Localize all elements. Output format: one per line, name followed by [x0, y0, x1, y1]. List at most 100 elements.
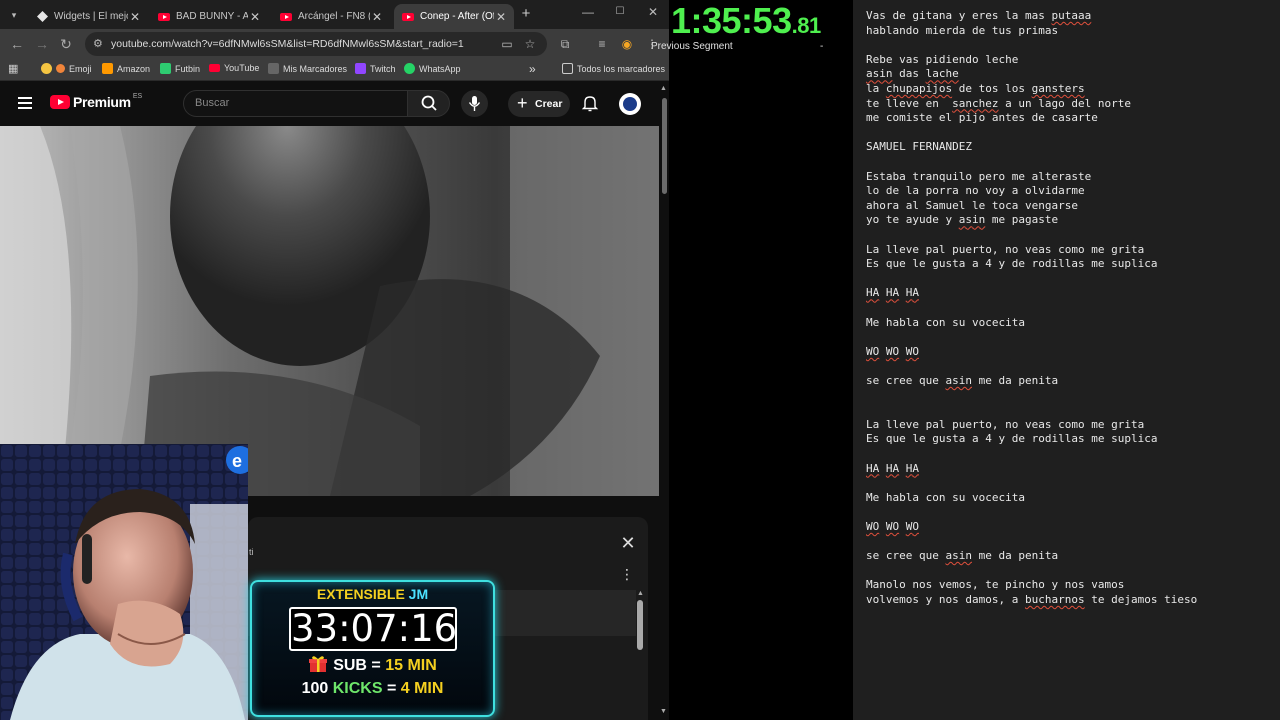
speedrun-timer: 1:35:53.81 Previous Segment -	[651, 0, 854, 60]
voice-search-button[interactable]	[461, 90, 488, 117]
bookmark-whatsapp[interactable]: WhatsApp	[404, 63, 461, 74]
search-input[interactable]: Buscar	[183, 90, 408, 117]
lyric-line: yo te ayude y asin me pagaste	[866, 213, 1059, 227]
address-bar[interactable]: ⚙ youtube.com/watch?v=6dfNMwl6sSM&list=R…	[85, 32, 547, 56]
previous-segment-delta: -	[820, 41, 824, 52]
tab-close-icon[interactable]: ✕	[128, 10, 142, 24]
webcam-image: e	[0, 444, 248, 720]
account-avatar[interactable]	[619, 93, 641, 115]
scroll-down-arrow-icon[interactable]: ▼	[660, 708, 667, 715]
bookmark-youtube[interactable]: YouTube	[209, 63, 259, 73]
lyric-line: Me habla con su vocecita	[866, 490, 1025, 504]
subathon-title: EXTENSIBLE JM	[316, 586, 429, 602]
lyric-line: hablando mierda de tus primas	[866, 23, 1059, 37]
bookmark-star-icon[interactable]: ☆	[521, 35, 539, 53]
lyric-line: volvemos y nos damos, a bucharnos te dej…	[866, 593, 1198, 606]
bookmarks-bar: ▦ Emoji Amazon Futbin YouTube Mis Marcad…	[0, 59, 669, 81]
search-button[interactable]	[407, 90, 450, 117]
lyric-line: Vas de gitana y eres la mas putaaa	[866, 9, 1092, 22]
lyric-line: HA HA HA	[866, 286, 919, 300]
speedrun-time: 1:35:53.81	[671, 0, 821, 41]
back-arrow-icon[interactable]: ←	[8, 35, 26, 53]
bookmark-emoji[interactable]: Emoji	[41, 63, 92, 74]
tab-close-icon[interactable]: ✕	[248, 10, 262, 24]
emoji-icon	[41, 63, 52, 74]
tab-title: BAD BUNNY - AMO	[176, 11, 248, 22]
amazon-icon	[102, 63, 113, 74]
apps-grid-icon[interactable]: ▦	[8, 62, 18, 75]
twitch-icon	[355, 63, 366, 74]
panel-text-fragment: ti	[249, 547, 254, 557]
url-text: youtube.com/watch?v=6dfNMwl6sSM&list=RD6…	[111, 38, 464, 50]
bookmarks-overflow-button[interactable]: »	[529, 62, 536, 76]
tab-strip: ▾ Widgets | El mejor s ✕ BAD BUNNY - AMO…	[0, 0, 669, 29]
youtube-premium-logo[interactable]: Premium ES	[50, 92, 143, 110]
lyric-line: Es que le gusta a 4 y de rodillas me sup…	[866, 432, 1158, 446]
youtube-tab-icon	[158, 11, 170, 23]
microphone-icon	[468, 96, 481, 111]
bookmark-twitch[interactable]: Twitch	[355, 63, 396, 74]
lyric-line: SAMUEL FERNANDEZ	[866, 140, 972, 154]
youtube-tab-icon	[280, 11, 292, 23]
bookmark-amazon[interactable]: Amazon	[102, 63, 150, 74]
browser-toolbar: ← → ↻ ⚙ youtube.com/watch?v=6dfNMwl6sSM&…	[0, 29, 669, 59]
create-button[interactable]: Crear	[508, 90, 570, 117]
tab-widgets[interactable]: Widgets | El mejor s ✕	[28, 4, 148, 29]
lyric-line: asin das lache	[866, 67, 959, 81]
hamburger-menu-icon[interactable]	[18, 97, 32, 109]
tab-conep-active[interactable]: Conep - After (Offi ✕	[394, 4, 514, 29]
svg-text:e: e	[232, 451, 242, 471]
tab-arcangel[interactable]: Arcángel - FN8 ( Vi ✕	[272, 4, 390, 29]
tab-title: Widgets | El mejor s	[54, 11, 128, 22]
tab-close-icon[interactable]: ✕	[370, 10, 384, 24]
lyric-line: Es que le gusta a 4 y de rodillas me sup…	[866, 257, 1158, 271]
panel-kebab-icon[interactable]: ⋮	[620, 566, 634, 582]
panel-scroll-up-icon[interactable]: ▲	[637, 590, 644, 597]
notifications-bell-icon[interactable]	[581, 94, 599, 112]
bookmark-mis-marcadores[interactable]: Mis Marcadores	[268, 63, 347, 74]
lyric-line: HA HA HA	[866, 461, 919, 475]
lyric-line: la chupapijos de tos los gansters	[866, 82, 1085, 95]
subathon-countdown: 33:07:16	[289, 607, 458, 651]
lyrics-text-editor[interactable]: Vas de gitana y eres la mas putaaa hablan…	[853, 0, 1280, 720]
minimize-button[interactable]: —	[578, 5, 598, 19]
kicks-rule: 100 KICKS = 4 MIN	[301, 680, 444, 697]
lyric-line: La lleve pal puerto, no veas como me gri…	[866, 417, 1145, 431]
all-bookmarks-folder[interactable]: Todos los marcadores	[562, 63, 665, 74]
country-code: ES	[132, 92, 143, 100]
folder-icon	[268, 63, 279, 74]
panel-scrollbar-thumb[interactable]	[637, 600, 643, 650]
media-control-icon[interactable]: ≡	[593, 35, 611, 53]
previous-segment-label: Previous Segment	[651, 41, 733, 52]
extensions-icon[interactable]: ⧉	[556, 35, 574, 53]
widgets-tab-icon	[36, 11, 48, 23]
site-info-icon[interactable]: ⚙	[93, 32, 103, 56]
bookmark-futbin[interactable]: Futbin	[160, 63, 200, 74]
futbin-icon	[160, 63, 171, 74]
cast-icon[interactable]: ▭	[498, 35, 516, 53]
reload-icon[interactable]: ↻	[57, 35, 75, 53]
close-panel-icon[interactable]: ✕	[618, 533, 638, 553]
gift-icon	[308, 655, 328, 672]
tab-close-icon[interactable]: ✕	[494, 10, 508, 24]
close-window-button[interactable]: ✕	[643, 5, 663, 19]
sub-rule: SUB = 15 MIN	[252, 655, 493, 675]
lyric-line: te lleve en sanchez a un lago del norte	[866, 96, 1131, 110]
tab-bad-bunny[interactable]: BAD BUNNY - AMO ✕	[150, 4, 268, 29]
lyric-line: La lleve pal puerto, no veas como me gri…	[866, 242, 1145, 256]
page-scrollbar-thumb[interactable]	[662, 98, 667, 194]
forward-arrow-icon[interactable]: →	[33, 35, 51, 53]
maximize-button[interactable]: ☐	[610, 6, 630, 17]
lyric-line: Me habla con su vocecita	[866, 315, 1025, 329]
lyric-line: lo de la porra no voy a olvidarme	[866, 184, 1085, 198]
search-icon	[421, 95, 437, 111]
new-tab-button[interactable]: +	[518, 5, 534, 23]
whatsapp-icon	[404, 63, 415, 74]
profile-extension-icon[interactable]: ◉	[618, 35, 636, 53]
youtube-tab-icon	[402, 11, 414, 23]
tab-search-button[interactable]: ▾	[6, 7, 22, 23]
lyric-line: me comiste el pijo antes de casarte	[866, 111, 1098, 125]
scroll-up-arrow-icon[interactable]: ▲	[660, 85, 667, 92]
video-frame-image	[0, 126, 659, 496]
video-player[interactable]	[0, 126, 659, 496]
